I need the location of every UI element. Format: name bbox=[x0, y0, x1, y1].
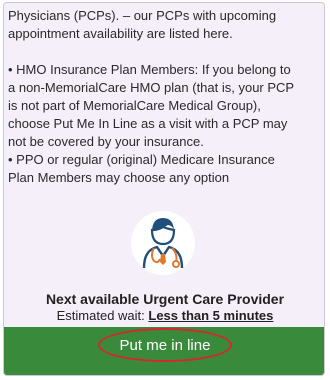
provider-title: Next available Urgent Care Provider bbox=[45, 291, 285, 307]
wait-value: Less than 5 minutes bbox=[148, 308, 274, 323]
estimated-wait: Estimated wait: Less than 5 minutes bbox=[4, 308, 324, 323]
info-panel: Physicians (PCPs). – our PCPs with upcom… bbox=[3, 2, 325, 376]
wait-prefix: Estimated wait: bbox=[56, 308, 149, 323]
insurance-info-text: Physicians (PCPs). – our PCPs with upcom… bbox=[4, 7, 324, 187]
put-me-in-line-button[interactable]: Put me in line bbox=[4, 327, 324, 375]
info-line: appointment availability are listed here… bbox=[8, 26, 233, 41]
info-line: is not part of MemorialCare Medical Grou… bbox=[8, 98, 261, 113]
info-line: • PPO or regular (original) Medicare Ins… bbox=[8, 152, 275, 167]
put-me-in-line-label: Put me in line bbox=[119, 337, 211, 354]
info-line: a non-MemorialCare HMO plan (that is, yo… bbox=[8, 80, 295, 95]
info-line: Plan Members may choose any option bbox=[8, 170, 230, 185]
info-line: Physicians (PCPs). – our PCPs with upcom… bbox=[8, 8, 277, 23]
info-line: not be covered by your insurance. bbox=[8, 134, 204, 149]
info-line: • HMO Insurance Plan Members: If you bel… bbox=[8, 62, 291, 77]
info-line: choose Put Me In Line as a visit with a … bbox=[8, 116, 288, 131]
doctor-avatar-icon bbox=[130, 210, 196, 276]
info-line-spacer bbox=[8, 43, 324, 61]
